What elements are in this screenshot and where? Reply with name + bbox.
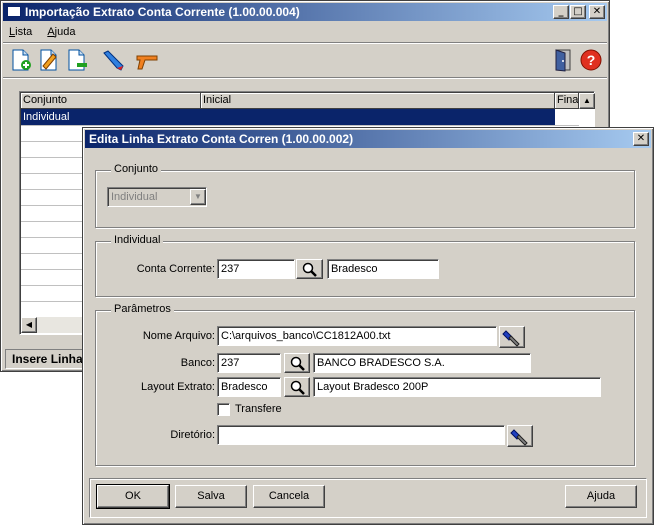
search-icon xyxy=(302,262,317,277)
diretorio-browse-button[interactable] xyxy=(507,425,533,447)
banco-name-input[interactable]: BANCO BRADESCO S.A. xyxy=(313,353,531,373)
dialog-title-bar[interactable]: Edita Linha Extrato Conta Corren (1.00.0… xyxy=(85,130,651,148)
diretorio-input[interactable] xyxy=(217,425,505,445)
maximize-button[interactable]: □ xyxy=(570,5,586,19)
conta-corrente-label: Conta Corrente: xyxy=(136,263,215,275)
toolbar-separator xyxy=(3,42,607,44)
add-document-icon[interactable] xyxy=(9,48,33,72)
remove-document-icon[interactable] xyxy=(65,48,89,72)
salva-button[interactable]: Salva xyxy=(175,485,247,508)
search-icon xyxy=(290,356,305,371)
flashlight-icon xyxy=(510,429,528,446)
svg-text:?: ? xyxy=(587,52,596,68)
close-button[interactable]: ✕ xyxy=(589,5,605,19)
chevron-down-icon[interactable]: ▼ xyxy=(190,189,206,205)
main-window-title: Importação Extrato Conta Corrente (1.00.… xyxy=(25,5,300,19)
dialog-title: Edita Linha Extrato Conta Corren (1.00.0… xyxy=(89,132,354,146)
button-panel xyxy=(89,478,647,518)
exit-door-icon[interactable] xyxy=(551,48,575,72)
dialog-close-button[interactable]: ✕ xyxy=(633,132,649,146)
conjunto-select-value: Individual xyxy=(111,191,158,203)
layout-code-input[interactable]: Bradesco xyxy=(217,377,281,397)
conta-search-button[interactable] xyxy=(296,259,323,279)
individual-legend: Individual xyxy=(111,234,164,247)
help-icon[interactable]: ? xyxy=(579,48,603,72)
conta-corrente-code-input[interactable]: 237 xyxy=(217,259,295,279)
search-icon xyxy=(290,380,305,395)
scroll-up-button[interactable]: ▲ xyxy=(579,93,595,109)
conjunto-select[interactable]: Individual ▼ xyxy=(107,187,207,207)
layout-name-input[interactable]: Layout Bradesco 200P xyxy=(313,377,601,397)
ok-button[interactable]: OK xyxy=(96,484,170,509)
banco-search-button[interactable] xyxy=(284,353,310,373)
cancela-button[interactable]: Cancela xyxy=(253,485,325,508)
menu-bar: Lista Ajuda xyxy=(3,23,607,41)
diretorio-label: Diretório: xyxy=(170,429,215,441)
app-icon xyxy=(7,6,21,17)
cell-conjunto: Individual xyxy=(23,111,70,123)
nome-arquivo-browse-button[interactable] xyxy=(499,326,525,348)
nome-arquivo-input[interactable]: C:\arquivos_banco\CC1812A00.txt xyxy=(217,326,497,346)
transfere-checkbox[interactable] xyxy=(217,403,230,416)
flashlight-icon xyxy=(502,330,520,347)
conta-corrente-name-input[interactable]: Bradesco xyxy=(327,259,439,279)
layout-search-button[interactable] xyxy=(284,377,310,397)
conjunto-legend: Conjunto xyxy=(111,163,162,176)
column-header-inicial[interactable]: Inicial xyxy=(201,93,555,109)
toolbar-bottom-separator xyxy=(3,77,607,79)
edit-line-dialog: Edita Linha Extrato Conta Corren (1.00.0… xyxy=(82,127,654,525)
transfere-label[interactable]: Transfere xyxy=(235,402,282,416)
layout-extrato-label: Layout Extrato: xyxy=(141,381,215,393)
menu-lista[interactable]: Lista xyxy=(9,26,32,38)
nome-arquivo-label: Nome Arquivo: xyxy=(142,330,215,342)
column-header-final[interactable]: Final xyxy=(555,93,579,109)
scroll-left-button[interactable]: ◀ xyxy=(21,317,37,333)
edit-document-icon[interactable] xyxy=(37,48,61,72)
ajuda-button[interactable]: Ajuda xyxy=(565,485,637,508)
menu-ajuda[interactable]: Ajuda xyxy=(47,26,75,38)
status-text: Insere Linha xyxy=(12,352,83,366)
gun-icon[interactable] xyxy=(135,48,159,72)
table-row[interactable]: Individual xyxy=(21,109,555,125)
column-header-conjunto[interactable]: Conjunto xyxy=(21,93,201,109)
pencil-icon[interactable] xyxy=(101,48,125,72)
parametros-legend: Parâmetros xyxy=(111,303,174,316)
banco-label: Banco: xyxy=(180,357,215,369)
main-title-bar[interactable]: Importação Extrato Conta Corrente (1.00.… xyxy=(3,3,607,21)
minimize-button[interactable]: _ xyxy=(553,5,569,19)
banco-code-input[interactable]: 237 xyxy=(217,353,281,373)
